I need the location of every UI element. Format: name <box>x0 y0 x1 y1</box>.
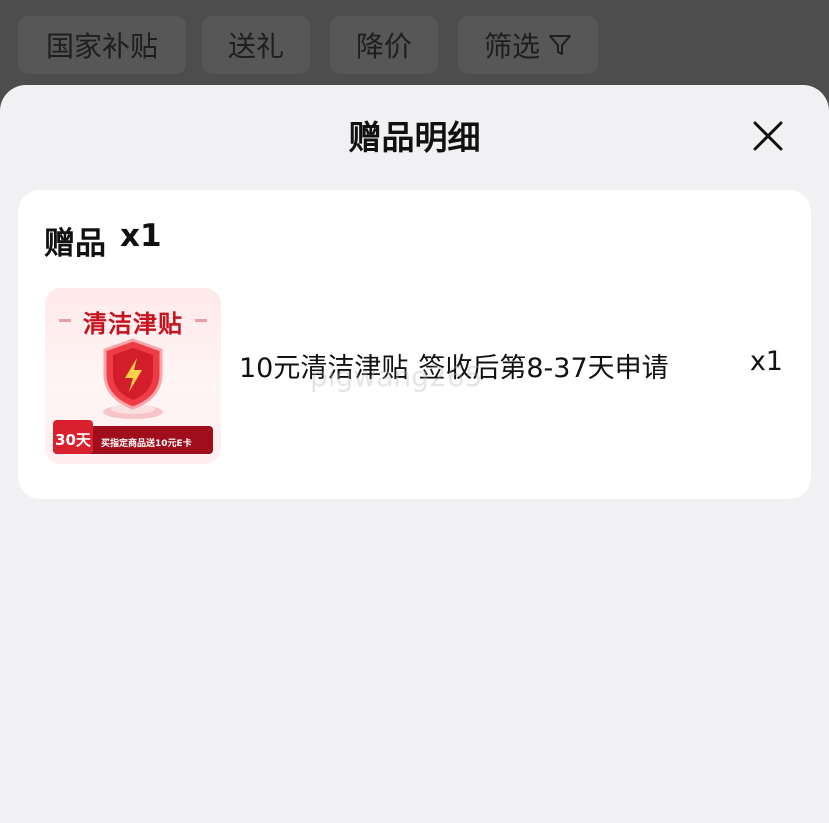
gift-item-name: 10元清洁津贴 <box>239 353 409 384</box>
gift-thumbnail[interactable]: 清洁津贴 30天 买指定商品送10元E卡 <box>45 288 221 464</box>
sheet-title: 赠品明细 <box>348 118 481 157</box>
shield-lightning-icon <box>103 338 163 419</box>
thumbnail-banner-text: 买指定商品送10元E卡 <box>101 439 192 449</box>
gift-item-note: 签收后第8-37天申请 <box>418 353 669 384</box>
thumbnail-title: 清洁津贴 <box>83 310 183 338</box>
gift-heading: 赠品 x1 <box>44 218 162 263</box>
chip-filter[interactable]: 筛选 <box>458 16 598 74</box>
filter-icon <box>548 33 572 57</box>
chip-price-drop[interactable]: 降价 <box>330 16 438 74</box>
gift-count: x1 <box>120 218 162 254</box>
chip-label: 降价 <box>355 30 412 63</box>
close-button[interactable] <box>753 121 783 151</box>
filter-bar: 国家补贴 送礼 降价 筛选 <box>0 0 829 95</box>
gift-card: 赠品 x1 清洁津贴 30天 买指定商品送10元E卡 10元清洁津贴 签收后第8… <box>18 190 811 499</box>
chip-label: 筛选 <box>483 30 540 63</box>
close-icon <box>753 121 783 151</box>
gift-item-description: 10元清洁津贴 签收后第8-37天申请 <box>239 346 669 385</box>
gift-heading-label: 赠品 <box>44 226 106 262</box>
chip-national-subsidy[interactable]: 国家补贴 <box>18 16 186 74</box>
chip-gift[interactable]: 送礼 <box>202 16 310 74</box>
gift-item-quantity: x1 <box>749 346 783 377</box>
thumbnail-days-badge: 30天 <box>53 420 93 454</box>
chip-label: 国家补贴 <box>45 30 158 63</box>
chip-label: 送礼 <box>227 30 284 63</box>
gift-detail-sheet: 赠品明细 赠品 x1 清洁津贴 30天 买指定商品送10元E卡 10元清洁津贴 … <box>0 85 829 823</box>
